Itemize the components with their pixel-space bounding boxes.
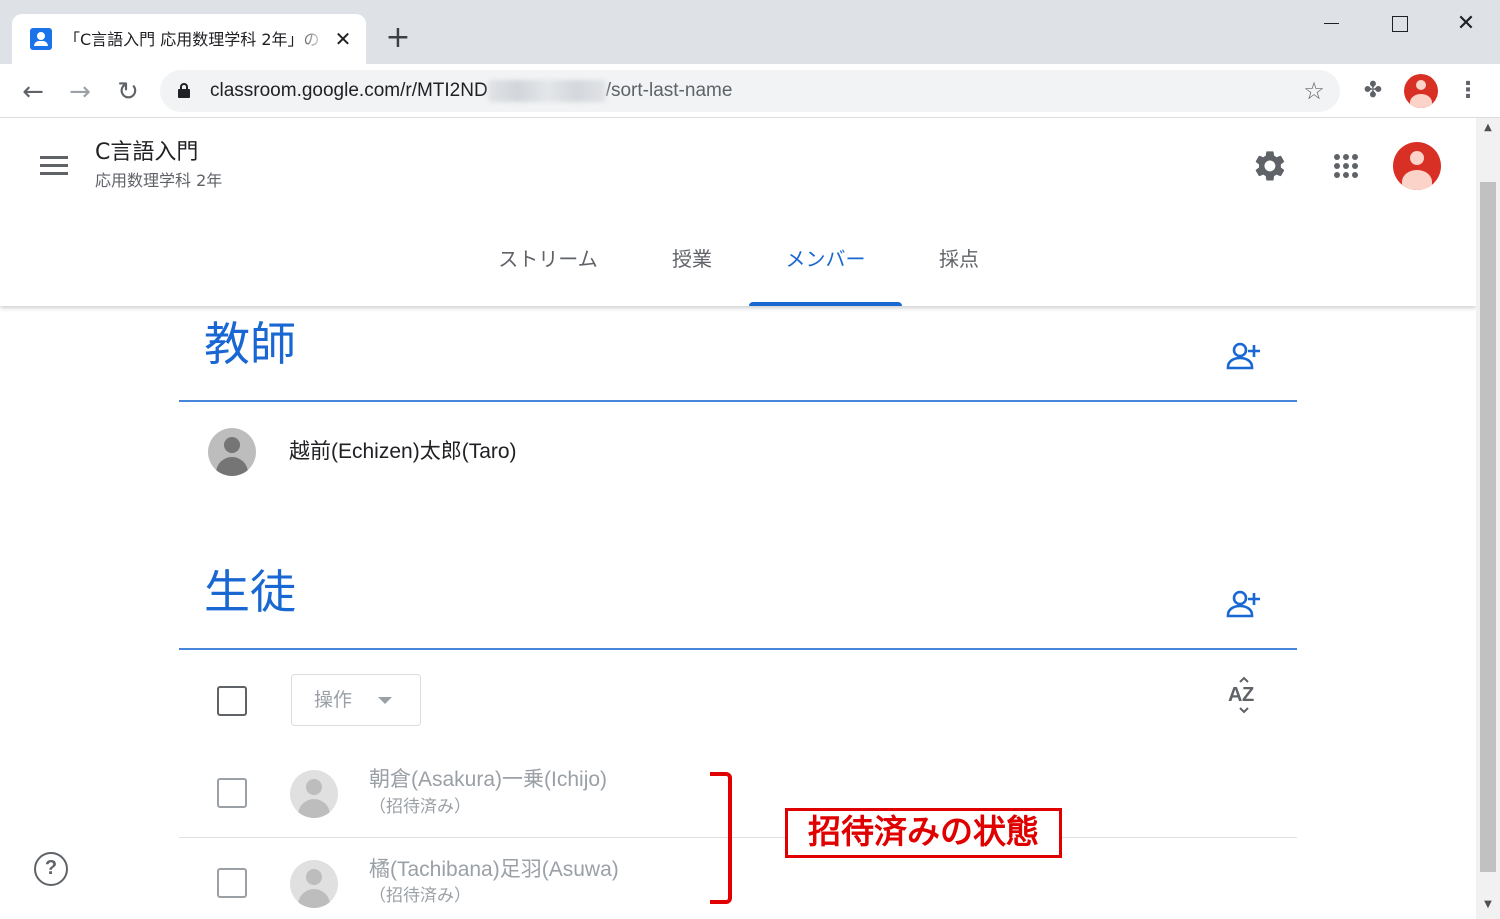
browser-menu-icon[interactable]: ⋮ — [1454, 76, 1482, 106]
class-tabs: ストリーム 授業 メンバー 採点 — [0, 238, 1476, 306]
invited-status: （招待済み） — [369, 797, 471, 817]
class-name[interactable]: C言語入門 — [95, 138, 198, 168]
actions-label: 操作 — [314, 689, 353, 711]
page-viewport: C言語入門 応用数理学科 2年 ストリーム 授業 メンバー 採点 教師 越前(E… — [0, 118, 1476, 919]
google-apps-grid-icon[interactable] — [1324, 144, 1368, 188]
teacher-avatar — [208, 428, 256, 476]
main-menu-icon[interactable] — [36, 148, 72, 184]
student-name: 橘(Tachibana)足羽(Asuwa) — [369, 858, 619, 881]
browser-toolbar: ← → ↻ classroom.google.com/r/MTI2ND/sort… — [0, 64, 1500, 118]
redacted-url-segment — [487, 79, 606, 102]
class-settings-gear-icon[interactable] — [1248, 144, 1292, 188]
actions-dropdown[interactable]: 操作 — [291, 674, 421, 726]
annotation-bracket — [710, 772, 732, 904]
tab-stream[interactable]: ストリーム — [478, 238, 618, 306]
tab-close-icon[interactable]: ✕ — [330, 26, 356, 52]
dropdown-caret-icon — [378, 697, 392, 704]
address-bar[interactable]: classroom.google.com/r/MTI2ND/sort-last-… — [160, 70, 1340, 112]
teachers-heading: 教師 — [204, 317, 296, 371]
student-name: 朝倉(Asakura)一乗(Ichijo) — [369, 768, 608, 791]
invite-teacher-icon[interactable] — [1222, 334, 1266, 378]
scroll-up-arrow-icon[interactable]: ▲ — [1476, 122, 1500, 138]
url-text: classroom.google.com/r/MTI2ND/sort-last-… — [210, 79, 733, 102]
page-scrollbar[interactable]: ▲ ▼ — [1476, 118, 1500, 919]
help-question-icon[interactable]: ? — [34, 852, 68, 886]
window-close-button[interactable]: ✕ — [1442, 6, 1490, 42]
browser-tab[interactable]: 「C言語入門 応用数理学科 2年」の ✕ — [12, 14, 366, 64]
reload-icon[interactable]: ↻ — [110, 74, 146, 110]
extensions-puzzle-icon[interactable]: ✤ — [1358, 76, 1388, 106]
students-divider — [179, 648, 1297, 650]
window-minimize-button[interactable] — [1308, 6, 1356, 42]
tab-grades[interactable]: 採点 — [920, 238, 998, 306]
bookmark-star-icon[interactable]: ☆ — [1300, 77, 1328, 105]
select-all-checkbox[interactable] — [217, 686, 247, 716]
annotation-callout: 招待済みの状態 — [785, 808, 1062, 858]
invited-status: （招待済み） — [369, 886, 471, 906]
tab-people[interactable]: メンバー — [749, 238, 902, 306]
student-avatar — [290, 770, 338, 818]
window-maximize-button[interactable] — [1375, 6, 1423, 42]
student-row[interactable]: 朝倉(Asakura)一乗(Ichijo) （招待済み） — [179, 750, 1297, 838]
classroom-header: C言語入門 応用数理学科 2年 ストリーム 授業 メンバー 採点 — [0, 118, 1476, 306]
back-arrow-icon[interactable]: ← — [15, 74, 51, 110]
forward-arrow-icon[interactable]: → — [62, 74, 98, 110]
student-checkbox[interactable] — [217, 778, 247, 808]
invite-students-icon[interactable] — [1222, 582, 1266, 626]
svg-text:Z: Z — [1242, 684, 1254, 706]
sort-az-icon[interactable]: A Z — [1222, 674, 1266, 718]
student-row[interactable]: 橘(Tachibana)足羽(Asuwa) （招待済み） — [179, 838, 1297, 919]
lock-icon — [178, 83, 190, 98]
browser-tabstrip: 「C言語入門 応用数理学科 2年」の ✕ + ✕ — [0, 0, 1500, 64]
tab-classwork[interactable]: 授業 — [652, 238, 732, 306]
svg-text:A: A — [1228, 684, 1242, 706]
new-tab-button[interactable]: + — [382, 22, 414, 54]
class-section: 応用数理学科 2年 — [95, 171, 223, 190]
scrollbar-thumb[interactable] — [1480, 182, 1496, 872]
browser-profile-avatar[interactable] — [1404, 74, 1438, 108]
account-avatar[interactable] — [1393, 142, 1441, 190]
student-checkbox[interactable] — [217, 868, 247, 898]
teachers-divider — [179, 400, 1297, 402]
tab-title: 「C言語入門 応用数理学科 2年」の — [64, 30, 320, 49]
scroll-down-arrow-icon[interactable]: ▼ — [1476, 899, 1500, 915]
students-heading: 生徒 — [204, 565, 296, 619]
classroom-favicon-icon — [30, 28, 52, 50]
teacher-name[interactable]: 越前(Echizen)太郎(Taro) — [289, 438, 517, 466]
student-avatar — [290, 860, 338, 908]
